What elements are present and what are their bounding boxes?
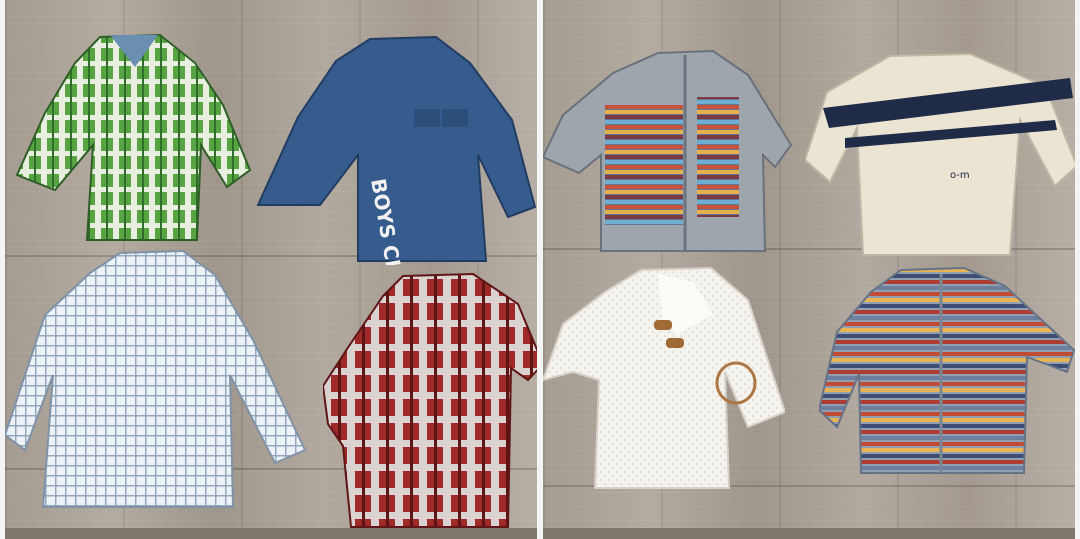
white-knit-shawl-collar-sweater <box>543 262 785 492</box>
cream-sweater: o-m <box>805 50 1075 260</box>
grey-striped-zip-cardigan <box>543 45 798 255</box>
right-panel-bottom-edge <box>543 528 1075 539</box>
sweater-print-text: o-m <box>950 170 970 181</box>
red-plaid-shirt <box>323 272 537 528</box>
right-photo-panel: o-m <box>543 0 1075 528</box>
left-photo-panel: BOYS CLUB <box>5 0 537 528</box>
blue-check-shirt <box>5 245 315 520</box>
left-panel-bottom-edge <box>5 528 537 539</box>
green-plaid-shirt <box>5 25 255 245</box>
multicolor-striped-zip-cardigan <box>819 262 1075 477</box>
denim-shirt: BOYS CLUB <box>250 35 537 265</box>
